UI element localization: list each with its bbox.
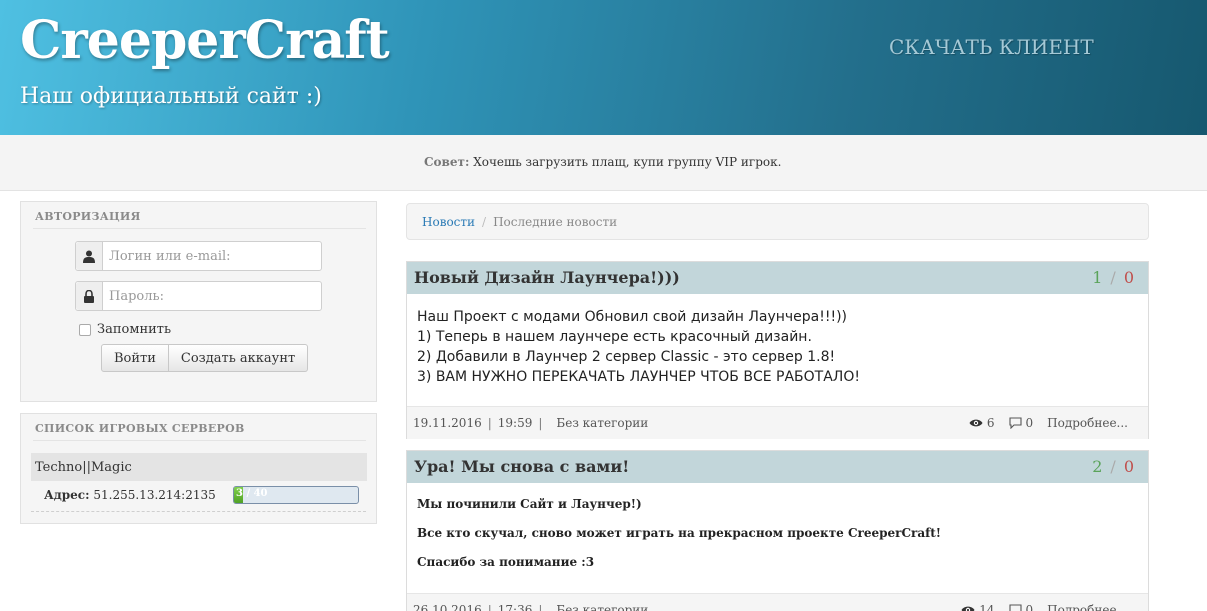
rating-down[interactable]: 0 [1124, 268, 1134, 287]
views-count: 14 [979, 603, 995, 611]
server-address-value: 51.255.13.214:2135 [93, 488, 216, 502]
meta-separator: | [538, 603, 543, 611]
server-name[interactable]: Techno||Magic [31, 453, 367, 481]
rating-down[interactable]: 0 [1124, 457, 1134, 476]
remember-label[interactable]: Запомнить [97, 322, 171, 337]
divider [33, 440, 366, 441]
auth-block: АВТОРИЗАЦИЯ Запомнить Войти Создать акка… [20, 201, 377, 402]
news-title[interactable]: Новый Дизайн Лаунчера!))) [414, 268, 680, 287]
server-online-text: 3 / 40 [236, 488, 268, 499]
comment-icon [1008, 604, 1022, 611]
divider [33, 228, 366, 229]
site-logo[interactable]: CreeperCraft [20, 10, 390, 71]
news-category[interactable]: Без категории [556, 416, 648, 430]
tip-text: Совет: Хочешь загрузить плащ, купи групп… [424, 155, 781, 169]
tip-label: Совет: [424, 155, 470, 169]
news-footer: 26.10.2016 | 17:36 | Без категории 14 0 Подр… [407, 593, 1148, 611]
remember-checkbox[interactable] [79, 323, 91, 336]
server-address: Адрес: 51.255.13.214:2135 [44, 488, 216, 502]
comments-count: 0 [1025, 603, 1034, 611]
news-header: Новый Дизайн Лаунчера!))) 1 / 0 [407, 262, 1148, 294]
news-time: 17:36 [497, 603, 533, 611]
views-count: 6 [986, 416, 995, 430]
news-meta: 26.10.2016 | 17:36 | Без категории [413, 603, 648, 611]
divider [31, 511, 366, 512]
download-client-link[interactable]: СКАЧАТЬ КЛИЕНТ [889, 35, 1094, 59]
servers-block: СПИСОК ИГРОВЫХ СЕРВЕРОВ Techno||Magic Ад… [20, 413, 377, 524]
news-line: 3) ВАМ НУЖНО ПЕРЕКАЧАТЬ ЛАУНЧЕР ЧТОБ ВСЕ… [417, 369, 860, 385]
server-online-bar: 3 / 40 [233, 486, 359, 504]
login-field-group [75, 241, 322, 271]
remember-me: Запомнить [79, 322, 171, 337]
news-body: Наш Проект с модами Обновил свой дизайн … [417, 307, 860, 387]
eye-icon [961, 606, 975, 611]
login-button[interactable]: Войти [101, 344, 169, 372]
news-date: 26.10.2016 [413, 603, 482, 611]
news-line: Мы починили Сайт и Лаунчер!) [417, 497, 642, 511]
tip-bar: Совет: Хочешь загрузить плащ, купи групп… [0, 135, 1207, 191]
meta-separator: | [487, 603, 492, 611]
breadcrumb-current: Последние новости [493, 214, 618, 229]
news-title[interactable]: Ура! Мы снова с вами! [414, 457, 629, 476]
news-line: Спасибо за понимание :3 [417, 555, 595, 569]
site-header: CreeperCraft Наш официальный сайт :) СКА… [0, 0, 1207, 135]
news-item: Новый Дизайн Лаунчера!))) 1 / 0 Наш Проект… [406, 261, 1149, 439]
rating-up[interactable]: 2 [1092, 457, 1102, 476]
login-input[interactable] [103, 242, 321, 270]
meta-separator: | [487, 416, 492, 430]
rating-separator: / [1110, 457, 1116, 476]
news-header: Ура! Мы снова с вами! 2 / 0 [407, 451, 1148, 483]
password-field-group [75, 281, 322, 311]
news-meta: 19.11.2016 | 19:59 | Без категории [413, 416, 648, 430]
comments-count: 0 [1025, 416, 1034, 430]
comment-icon [1008, 417, 1022, 429]
news-item: Ура! Мы снова с вами! 2 / 0 Мы починили Са… [406, 450, 1149, 611]
tip-message: Хочешь загрузить плащ, купи группу VIP и… [473, 155, 782, 169]
auth-block-title: АВТОРИЗАЦИЯ [35, 210, 141, 223]
news-line: Наш Проект с модами Обновил свой дизайн … [417, 309, 848, 325]
rating-separator: / [1110, 268, 1116, 287]
news-rating: 2 / 0 [1092, 457, 1134, 476]
rating-up[interactable]: 1 [1092, 268, 1102, 287]
meta-separator: | [538, 416, 543, 430]
news-comments[interactable]: 0 [1008, 603, 1034, 611]
read-more-link[interactable]: Подробнее... [1047, 603, 1128, 611]
news-comments[interactable]: 0 [1008, 416, 1034, 430]
news-time: 19:59 [497, 416, 533, 430]
news-stats: 6 0 Подробнее... [969, 416, 1128, 430]
read-more-link[interactable]: Подробнее... [1047, 416, 1128, 430]
news-stats: 14 0 Подробнее... [961, 603, 1128, 611]
auth-buttons: Войти Создать аккаунт [101, 344, 309, 372]
servers-block-title: СПИСОК ИГРОВЫХ СЕРВЕРОВ [35, 422, 245, 435]
lock-icon [76, 282, 103, 310]
password-input[interactable] [103, 282, 321, 310]
site-slogan: Наш официальный сайт :) [20, 84, 322, 109]
news-views: 14 [961, 603, 995, 611]
create-account-button[interactable]: Создать аккаунт [168, 344, 309, 372]
news-footer: 19.11.2016 | 19:59 | Без категории 6 0 Подро… [407, 406, 1148, 439]
news-date: 19.11.2016 [413, 416, 482, 430]
breadcrumb-separator: / [482, 214, 487, 229]
news-views: 6 [969, 416, 995, 430]
news-body: Мы починили Сайт и Лаунчер!) Все кто ску… [417, 497, 941, 584]
server-address-label: Адрес: [44, 488, 90, 502]
eye-icon [969, 419, 983, 427]
breadcrumb-news-link[interactable]: Новости [422, 215, 475, 229]
breadcrumb: Новости / Последние новости [406, 203, 1149, 240]
news-line: 2) Добавили в Лаунчер 2 сервер Classic -… [417, 349, 836, 365]
news-category[interactable]: Без категории [556, 603, 648, 611]
news-line: Все кто скучал, сново может играть на пр… [417, 526, 942, 540]
user-icon [76, 242, 103, 270]
news-line: 1) Теперь в нашем лаунчере есть красочны… [417, 329, 812, 345]
news-rating: 1 / 0 [1092, 268, 1134, 287]
